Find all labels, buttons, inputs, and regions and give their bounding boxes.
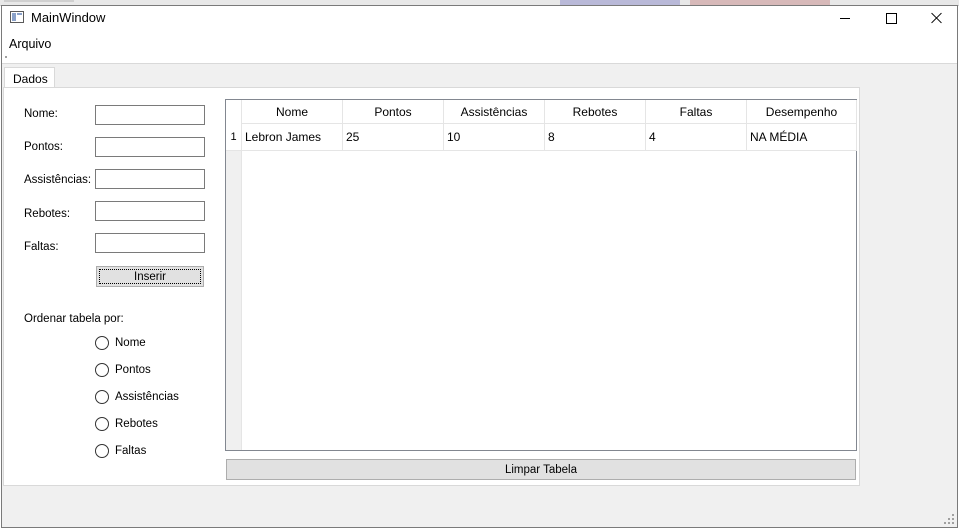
menu-bar: Arquivo [2, 30, 957, 53]
faltas-label: Faltas: [24, 241, 59, 253]
column-header-nome[interactable]: Nome [242, 100, 343, 124]
radio-button-icon[interactable] [95, 336, 109, 350]
clear-table-button[interactable]: Limpar Tabela [226, 459, 856, 480]
toolbar-handle[interactable] [5, 56, 7, 58]
rebotes-input[interactable] [95, 201, 205, 221]
resize-grip-icon[interactable] [944, 514, 954, 524]
column-header-desempenho[interactable]: Desempenho [747, 100, 857, 124]
table-cell-nome[interactable]: Lebron James [242, 124, 343, 151]
row-header-column [226, 124, 242, 450]
window-title: MainWindow [31, 10, 106, 25]
minimize-icon [840, 17, 850, 19]
sort-radio-nome[interactable]: Nome [95, 336, 146, 350]
sort-radio-rebotes[interactable]: Rebotes [95, 417, 158, 431]
table-cell-desempenho[interactable]: NA MÉDIA [747, 124, 857, 151]
table-cell-rebotes[interactable]: 8 [545, 124, 646, 151]
table-cell-faltas[interactable]: 4 [646, 124, 747, 151]
tab-label: Dados [13, 72, 48, 86]
insert-button[interactable]: Inserir [96, 266, 204, 287]
table-header: Nome Pontos Assistências Rebotes Faltas … [242, 100, 857, 124]
column-header-assistencias[interactable]: Assistências [444, 100, 545, 124]
tab-pane-dados: Nome: Pontos: Assistências: Rebotes: Fal… [3, 87, 860, 486]
close-button[interactable] [914, 6, 959, 30]
pontos-label: Pontos: [24, 141, 63, 153]
minimize-button[interactable] [822, 6, 868, 30]
column-header-pontos[interactable]: Pontos [343, 100, 444, 124]
radio-label: Assistências [115, 391, 179, 403]
radio-label: Pontos [115, 364, 151, 376]
tab-dados[interactable]: Dados [4, 67, 55, 88]
radio-button-icon[interactable] [95, 390, 109, 404]
menu-arquivo[interactable]: Arquivo [9, 37, 51, 51]
sort-radio-assistencias[interactable]: Assistências [95, 390, 179, 404]
stats-table[interactable]: Nome Pontos Assistências Rebotes Faltas … [225, 99, 857, 451]
close-icon [931, 12, 943, 24]
nome-label: Nome: [24, 108, 58, 120]
assistencias-label: Assistências: [24, 174, 92, 186]
maximize-icon [885, 12, 897, 24]
background-element [4, 0, 74, 2]
app-icon [10, 11, 24, 23]
column-header-faltas[interactable]: Faltas [646, 100, 747, 124]
table-corner-button[interactable] [226, 100, 242, 124]
nome-input[interactable] [95, 105, 205, 125]
radio-button-icon[interactable] [95, 363, 109, 377]
sort-radio-faltas[interactable]: Faltas [95, 444, 146, 458]
column-header-rebotes[interactable]: Rebotes [545, 100, 646, 124]
radio-button-icon[interactable] [95, 417, 109, 431]
radio-label: Rebotes [115, 418, 158, 430]
table-row[interactable]: Lebron James 25 10 8 4 NA MÉDIA [242, 124, 857, 151]
radio-label: Faltas [115, 445, 147, 457]
radio-button-icon[interactable] [95, 444, 109, 458]
row-header[interactable]: 1 [226, 124, 242, 151]
main-window: MainWindow Arquivo Dados Nome: Pontos: A… [1, 5, 958, 528]
maximize-button[interactable] [868, 6, 914, 30]
radio-label: Nome [115, 337, 146, 349]
rebotes-label: Rebotes: [24, 208, 71, 220]
faltas-input[interactable] [95, 233, 205, 253]
pontos-input[interactable] [95, 137, 205, 157]
title-bar[interactable]: MainWindow [2, 6, 957, 30]
assistencias-input[interactable] [95, 169, 205, 189]
sort-label: Ordenar tabela por: [24, 313, 124, 325]
table-cell-assistencias[interactable]: 10 [444, 124, 545, 151]
sort-radio-pontos[interactable]: Pontos [95, 363, 151, 377]
toolbar [2, 53, 957, 64]
table-cell-pontos[interactable]: 25 [343, 124, 444, 151]
